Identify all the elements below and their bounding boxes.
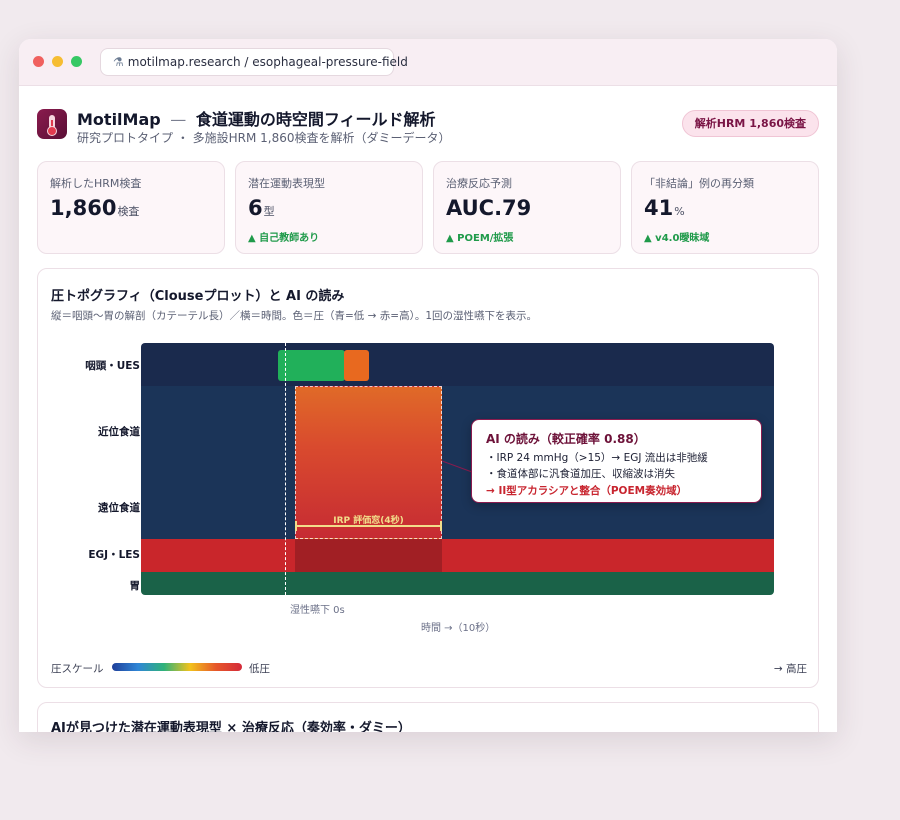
pressure-band-ues: [141, 343, 774, 386]
status-badge: 解析HRM 1,860検査: [681, 110, 819, 137]
kpi-delta: ▲ 自己教師あり: [248, 233, 320, 244]
row-label-stomach: 胃: [129, 580, 141, 592]
legend-high-label: → 高圧: [773, 663, 807, 675]
topography-card: 圧トポグラフィ（Clouseプロット）と AI の読み 縦＝咽頭〜胃の解剖（カテ…: [37, 268, 819, 688]
clouse-plot: 咽頭・UES 近位食道 遠位食道 EGJ・LES 胃 IRP 評価窓(4秒) 湿…: [38, 269, 820, 689]
ai-read-line: ・IRP 24 mmHg（>15）→ EGJ 流出は非弛緩: [486, 452, 708, 464]
app-header: MotilMap — 食道運動の時空間フィールド解析 研究プロトタイプ ・ 多施…: [37, 109, 819, 149]
ai-callout-connector: [442, 460, 473, 473]
brand-name: MotilMap: [77, 110, 161, 129]
ues-contraction-orange: [344, 350, 369, 381]
kpi-label: 「非結論」例の再分類: [644, 177, 754, 190]
flask-icon: ⚗: [113, 55, 124, 69]
kpi-delta: ▲ v4.0曖昧域: [644, 233, 710, 244]
row-label-ues: 咽頭・UES: [85, 360, 140, 372]
title-separator: —: [170, 110, 187, 129]
swallow-onset-label: 湿性嚥下 0s: [290, 605, 345, 616]
ai-read-title: AI の読み（較正確率 0.88）: [486, 432, 646, 446]
kpi-label: 治療反応予測: [446, 177, 512, 190]
kpi-label: 潜在運動表現型: [248, 177, 325, 190]
ues-contraction-green: [278, 350, 345, 381]
address-text: motilmap.research / esophageal-pressure-…: [127, 55, 408, 69]
irp-window-label: IRP 評価窓(4秒): [333, 516, 404, 526]
kpi-value: 41%: [644, 196, 685, 220]
pressure-legend: 圧スケール 低圧 → 高圧: [51, 661, 807, 675]
legend-low-label: 低圧: [249, 663, 270, 675]
pressure-band-stomach: [141, 572, 774, 595]
row-label-distal: 遠位食道: [98, 502, 140, 514]
kpi-value: 1,860検査: [50, 196, 140, 220]
swallow-onset-line: [285, 343, 286, 595]
kpi-row: 解析したHRM検査 1,860検査 潜在運動表現型 6型 ▲ 自己教師あり 治療…: [37, 161, 819, 254]
time-axis-label: 時間 →（10秒）: [421, 623, 496, 634]
phenotype-response-card: AIが見つけた潜在運動表現型 × 治療反応（奏効率・ダミー）: [37, 702, 819, 732]
pressure-band-egj: [141, 539, 774, 572]
kpi-card-reclassified: 「非結論」例の再分類 41% ▲ v4.0曖昧域: [631, 161, 819, 254]
egj-irp-zone: [295, 539, 442, 572]
browser-titlebar: ⚗ motilmap.research / esophageal-pressure…: [19, 39, 837, 86]
legend-label: 圧スケール: [51, 663, 104, 675]
close-window-button[interactable]: [33, 56, 44, 67]
kpi-value: 6型: [248, 196, 275, 220]
row-label-egj: EGJ・LES: [88, 549, 140, 561]
phenotype-section-title: AIが見つけた潜在運動表現型 × 治療反応（奏効率・ダミー）: [51, 721, 411, 732]
maximize-window-button[interactable]: [71, 56, 82, 67]
ai-read-callout: AI の読み（較正確率 0.88） ・IRP 24 mmHg（>15）→ EGJ…: [471, 419, 762, 503]
minimize-window-button[interactable]: [52, 56, 63, 67]
kpi-card-phenotypes: 潜在運動表現型 6型 ▲ 自己教師あり: [235, 161, 423, 254]
ai-read-line: ・食道体部に汎食道加圧、収縮波は消失: [486, 468, 675, 480]
row-label-proximal: 近位食道: [98, 426, 140, 438]
thermometer-logo-icon: [37, 109, 67, 139]
pressure-color-scale: [112, 663, 242, 671]
kpi-card-exams: 解析したHRM検査 1,860検査: [37, 161, 225, 254]
page-title: MotilMap — 食道運動の時空間フィールド解析: [77, 106, 436, 130]
kpi-delta: ▲ POEM/拡張: [446, 233, 514, 244]
address-bar[interactable]: ⚗ motilmap.research / esophageal-pressure…: [100, 48, 408, 76]
browser-window: ⚗ motilmap.research / esophageal-pressure…: [19, 39, 837, 732]
kpi-label: 解析したHRM検査: [50, 177, 142, 190]
kpi-value: AUC.79: [446, 196, 532, 220]
kpi-card-auc: 治療反応予測 AUC.79 ▲ POEM/拡張: [433, 161, 621, 254]
ai-read-conclusion: → II型アカラシアと整合（POEM奏効域）: [486, 485, 688, 497]
title-text: 食道運動の時空間フィールド解析: [195, 110, 436, 129]
page-subtitle: 研究プロトタイプ ・ 多施設HRM 1,860検査を解析（ダミーデータ）: [77, 131, 451, 145]
